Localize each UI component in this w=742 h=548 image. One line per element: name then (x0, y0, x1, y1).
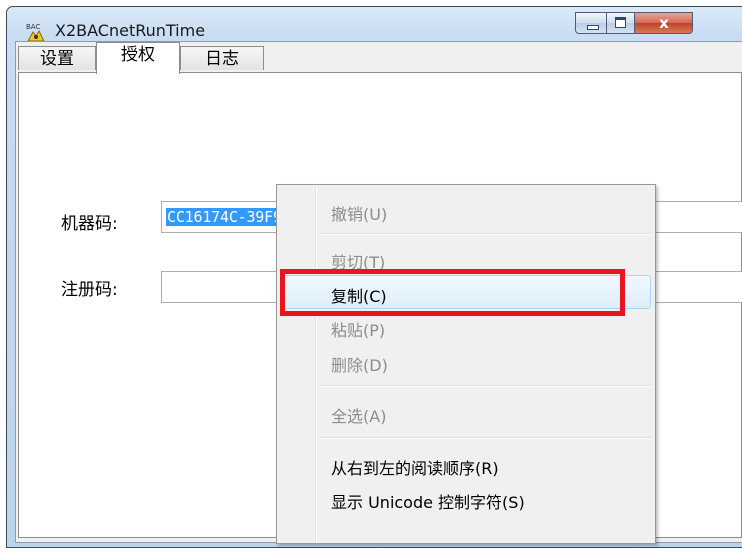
maximize-icon (615, 17, 626, 28)
menu-item-show-unicode-control-chars[interactable]: 显示 Unicode 控制字符(S) (331, 489, 525, 513)
tab-license[interactable]: 授权 (96, 42, 180, 74)
registration-code-label: 注册码: (61, 280, 118, 300)
tab-settings[interactable]: 设置 (18, 46, 96, 70)
menu-item-delete[interactable]: 删除(D) (331, 352, 388, 376)
minimize-button[interactable] (575, 12, 607, 34)
tab-bar: 设置 授权 日志 (16, 42, 742, 74)
app-icon-text: BAC (26, 23, 40, 31)
menu-item-select-all[interactable]: 全选(A) (331, 403, 386, 427)
window-title: X2BACnetRunTime (55, 21, 206, 40)
close-icon: x (659, 14, 669, 32)
menu-gutter (315, 187, 317, 543)
app-icon: BAC (26, 23, 45, 42)
menu-separator (319, 385, 651, 387)
menu-separator (319, 437, 651, 439)
maximize-button[interactable] (607, 12, 635, 34)
highlight-annotation-box (280, 269, 625, 316)
menu-item-rtl-reading-order[interactable]: 从右到左的阅读顺序(R) (331, 455, 499, 479)
context-menu: 撤销(U) 剪切(T) 复制(C) 粘贴(P) 删除(D) 全选(A) 从右到左… (276, 184, 656, 544)
menu-item-paste[interactable]: 粘贴(P) (331, 317, 385, 341)
menu-item-undo[interactable]: 撤销(U) (331, 201, 387, 225)
minimize-icon (587, 25, 599, 30)
menu-separator (319, 233, 651, 235)
close-button[interactable]: x (635, 12, 693, 34)
tab-log[interactable]: 日志 (180, 46, 264, 70)
machine-code-label: 机器码: (61, 214, 118, 234)
title-bar[interactable]: BAC X2BACnetRunTime x (7, 7, 742, 42)
